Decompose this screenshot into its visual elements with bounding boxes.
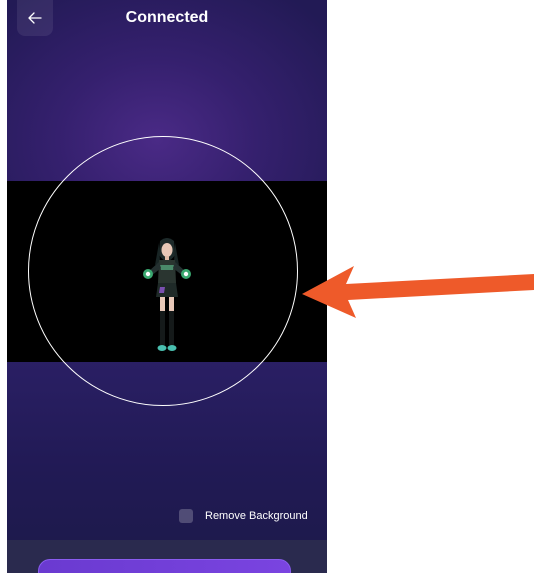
remove-background-toggle[interactable]: Remove Background bbox=[179, 507, 308, 525]
orange-arrow-icon bbox=[302, 266, 534, 318]
face-detection-circle bbox=[28, 136, 298, 406]
remove-background-checkbox[interactable] bbox=[179, 509, 193, 523]
app-screen: Connected Remove Background bbox=[7, 0, 327, 573]
top-bar: Connected bbox=[7, 0, 327, 40]
remove-background-label: Remove Background bbox=[205, 510, 308, 522]
primary-action-button[interactable] bbox=[38, 559, 291, 573]
screenshot-page: Connected Remove Background bbox=[0, 0, 534, 573]
page-title: Connected bbox=[125, 9, 209, 26]
